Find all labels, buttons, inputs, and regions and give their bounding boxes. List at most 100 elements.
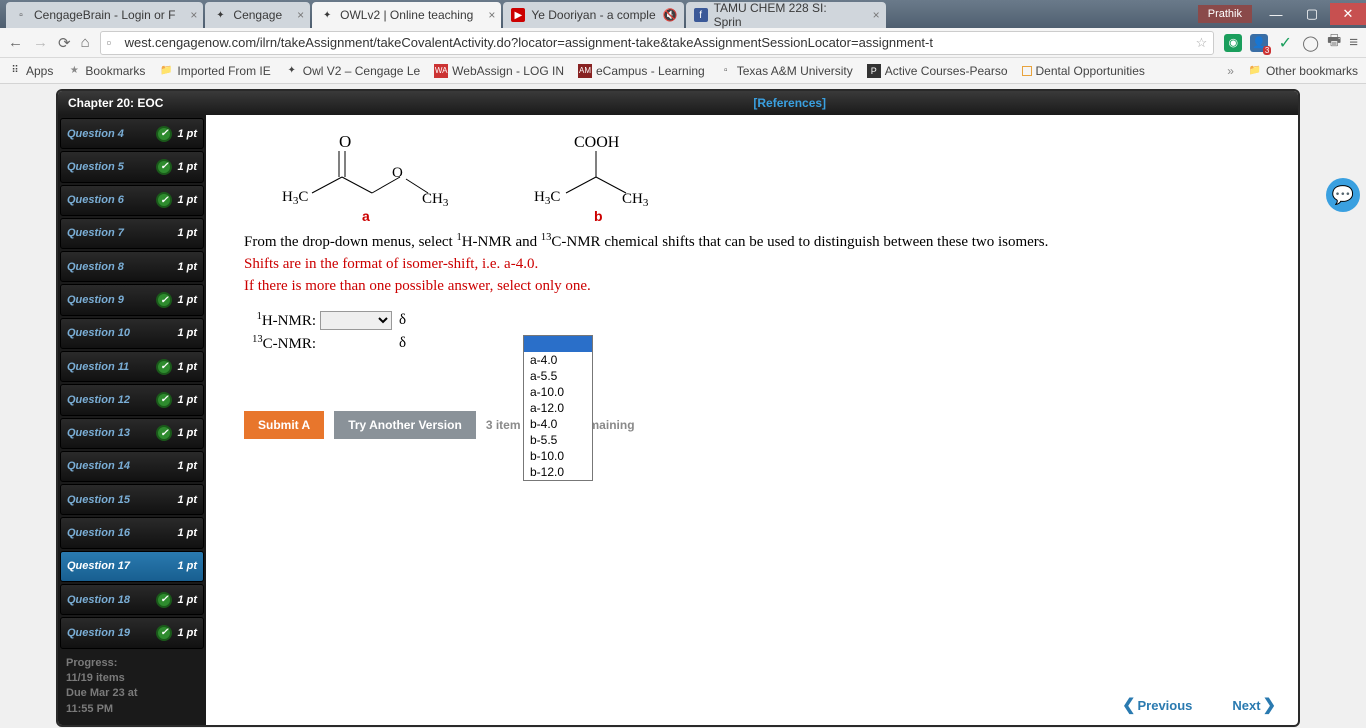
dropdown-option[interactable]: a-4.0	[524, 352, 592, 368]
tab-cengage[interactable]: ✦Cengage×	[205, 2, 310, 28]
question-item[interactable]: Question 4✓1 pt	[60, 118, 204, 149]
check-icon: ✓	[156, 392, 172, 408]
reload-button[interactable]: ⟳	[58, 34, 71, 52]
question-item[interactable]: Question 18✓1 pt	[60, 584, 204, 615]
frame-header: Chapter 20: EOC [References]	[58, 91, 1298, 115]
chapter-title: Chapter 20: EOC	[68, 96, 163, 110]
dropdown-option[interactable]: b-5.5	[524, 432, 592, 448]
molecule-b: COOH H3C CH3 b	[514, 129, 694, 224]
bookmarks-overflow[interactable]: »	[1227, 64, 1234, 78]
bookmark-item[interactable]: ✦Owl V2 – Cengage Le	[285, 64, 420, 78]
svg-text:COOH: COOH	[574, 134, 620, 151]
check-icon: ✓	[156, 292, 172, 308]
facebook-icon: f	[694, 8, 708, 22]
dropdown-option[interactable]: b-10.0	[524, 448, 592, 464]
check-icon: ✓	[156, 126, 172, 142]
close-icon[interactable]: ×	[873, 8, 880, 22]
bookmark-item[interactable]: ▫Texas A&M University	[719, 64, 853, 78]
references-link[interactable]: [References]	[753, 96, 826, 110]
youtube-icon: ▶	[511, 8, 525, 22]
svg-text:a: a	[362, 208, 370, 224]
question-item[interactable]: Question 5✓1 pt	[60, 151, 204, 182]
other-bookmarks[interactable]: 📁Other bookmarks	[1248, 64, 1358, 78]
bookmark-item[interactable]: AMeCampus - Learning	[578, 64, 705, 78]
back-button[interactable]: ←	[8, 34, 23, 51]
try-another-button[interactable]: Try Another Version	[334, 411, 476, 439]
svg-text:H3C: H3C	[282, 189, 308, 207]
question-item[interactable]: Question 151 pt	[60, 484, 204, 515]
dropdown-option[interactable]: a-10.0	[524, 384, 592, 400]
close-window-button[interactable]: ✕	[1330, 3, 1366, 25]
question-item[interactable]: Question 81 pt	[60, 251, 204, 282]
ext-icon[interactable]: 👤3	[1250, 34, 1268, 52]
dropdown-option[interactable]: b-4.0	[524, 416, 592, 432]
cnmr-label: 13C-NMR:	[244, 334, 316, 353]
hnmr-select[interactable]	[320, 311, 392, 330]
home-button[interactable]: ⌂	[81, 34, 90, 51]
ext-icon[interactable]: ✓	[1276, 34, 1294, 52]
dropdown-option[interactable]: b-12.0	[524, 464, 592, 480]
bookmark-item[interactable]: ★Bookmarks	[67, 64, 145, 78]
menu-icon[interactable]: ≡	[1349, 34, 1358, 51]
tab-cengagebrain[interactable]: ▫CengageBrain - Login or F×	[6, 2, 203, 28]
page-icon: ✦	[213, 8, 227, 22]
svg-text:CH3: CH3	[422, 191, 449, 209]
progress-block: Progress: 11/19 items Due Mar 23 at 11:5…	[60, 650, 204, 720]
ext-icon[interactable]: ◯	[1302, 34, 1319, 52]
svg-text:b: b	[594, 208, 603, 224]
submit-button[interactable]: Submit A	[244, 411, 324, 439]
tab-facebook[interactable]: fTAMU CHEM 228 SI: Sprin×	[686, 2, 886, 28]
url-bar[interactable]: ▫west.cengagenow.com/ilrn/takeAssignment…	[100, 31, 1215, 55]
question-item[interactable]: Question 19✓1 pt	[60, 617, 204, 648]
svg-text:CH3: CH3	[622, 191, 649, 209]
question-item[interactable]: Question 171 pt	[60, 551, 204, 582]
svg-text:H3C: H3C	[534, 189, 560, 207]
check-icon: ✓	[156, 159, 172, 175]
print-icon[interactable]: 🖶	[1327, 30, 1341, 55]
bookmark-item[interactable]: WAWebAssign - LOG IN	[434, 64, 564, 78]
previous-link[interactable]: ❮Previous	[1122, 695, 1192, 715]
question-item[interactable]: Question 13✓1 pt	[60, 418, 204, 449]
assignment-frame: Chapter 20: EOC [References] Question 4✓…	[56, 89, 1300, 727]
delta-symbol: δ	[399, 335, 406, 352]
maximize-button[interactable]: ▢	[1294, 3, 1330, 25]
dropdown-option[interactable]: a-12.0	[524, 400, 592, 416]
user-badge[interactable]: Prathik	[1198, 5, 1252, 23]
molecule-a: O H3C O CH3 a	[244, 129, 464, 224]
ext-icon[interactable]: ◉	[1224, 34, 1242, 52]
bookmark-item[interactable]: PActive Courses-Pearso	[867, 64, 1008, 78]
dropdown-option[interactable]: a-5.5	[524, 368, 592, 384]
forward-button[interactable]: →	[33, 34, 48, 51]
question-item[interactable]: Question 101 pt	[60, 318, 204, 349]
tab-owlv2[interactable]: ✦OWLv2 | Online teaching×	[312, 2, 501, 28]
hnmr-dropdown-list[interactable]: a-4.0a-5.5a-10.0a-12.0b-4.0b-5.5b-10.0b-…	[523, 335, 593, 481]
question-item[interactable]: Question 9✓1 pt	[60, 284, 204, 315]
question-item[interactable]: Question 141 pt	[60, 451, 204, 482]
browser-toolbar: ← → ⟳ ⌂ ▫west.cengagenow.com/ilrn/takeAs…	[0, 28, 1366, 58]
svg-text:O: O	[339, 132, 351, 151]
close-icon[interactable]: ×	[190, 8, 197, 22]
question-item[interactable]: Question 161 pt	[60, 517, 204, 548]
bookmark-apps[interactable]: ⠿Apps	[8, 64, 53, 78]
star-icon[interactable]: ☆	[1196, 35, 1208, 51]
check-icon: ✓	[156, 425, 172, 441]
question-item[interactable]: Question 11✓1 pt	[60, 351, 204, 382]
close-icon[interactable]: ×	[488, 8, 495, 22]
help-bubble[interactable]: 💬	[1326, 178, 1360, 212]
page-icon: ▫	[107, 35, 121, 50]
check-icon: ✓	[156, 359, 172, 375]
close-icon[interactable]: ×	[297, 8, 304, 22]
check-icon: ✓	[156, 625, 172, 641]
dropdown-option[interactable]	[524, 336, 592, 352]
check-icon: ✓	[156, 592, 172, 608]
next-link[interactable]: Next❯	[1232, 695, 1276, 715]
minimize-button[interactable]: —	[1258, 3, 1294, 25]
question-item[interactable]: Question 12✓1 pt	[60, 384, 204, 415]
question-item[interactable]: Question 71 pt	[60, 218, 204, 249]
bookmark-item[interactable]: 📁Imported From IE	[159, 64, 270, 78]
question-item[interactable]: Question 6✓1 pt	[60, 185, 204, 216]
speaker-icon[interactable]: 🔇	[663, 8, 678, 22]
tab-youtube[interactable]: ▶Ye Dooriyan - a comple🔇	[503, 2, 683, 28]
question-content: O H3C O CH3 a COOH	[206, 115, 1298, 725]
bookmark-item[interactable]: Dental Opportunities	[1022, 64, 1145, 78]
